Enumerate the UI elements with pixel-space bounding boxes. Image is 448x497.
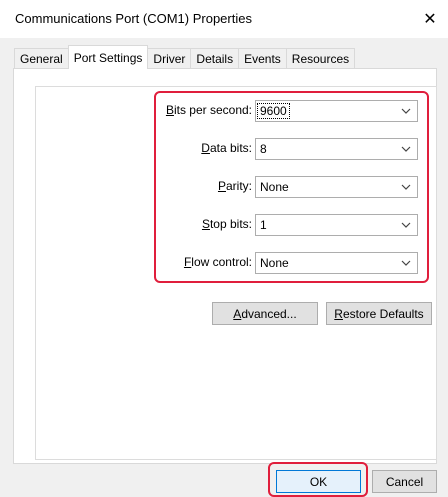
title-bar: Communications Port (COM1) Properties ✕ [0,0,448,38]
restore-accel: R [334,306,343,321]
restore-text: estore Defaults [342,306,424,321]
tab-driver[interactable]: Driver [147,48,192,69]
tab-events[interactable]: Events [238,48,287,69]
settings-highlight [154,91,429,283]
advanced-accel: A [233,306,242,321]
tab-port-settings[interactable]: Port Settings [67,45,149,69]
cancel-label: Cancel [385,474,424,489]
tab-resources[interactable]: Resources [285,48,356,69]
ok-highlight [268,462,368,497]
window-title: Communications Port (COM1) Properties [15,11,252,26]
advanced-text: dvanced... [241,306,297,321]
cancel-button[interactable]: Cancel [372,470,437,493]
tab-details[interactable]: Details [190,48,240,69]
close-icon[interactable]: ✕ [412,0,448,38]
restore-defaults-button[interactable]: Restore Defaults [326,302,432,325]
tab-general[interactable]: General [14,48,69,69]
tab-strip: General Port Settings Driver Details Eve… [14,45,356,69]
advanced-button[interactable]: Advanced... [212,302,318,325]
